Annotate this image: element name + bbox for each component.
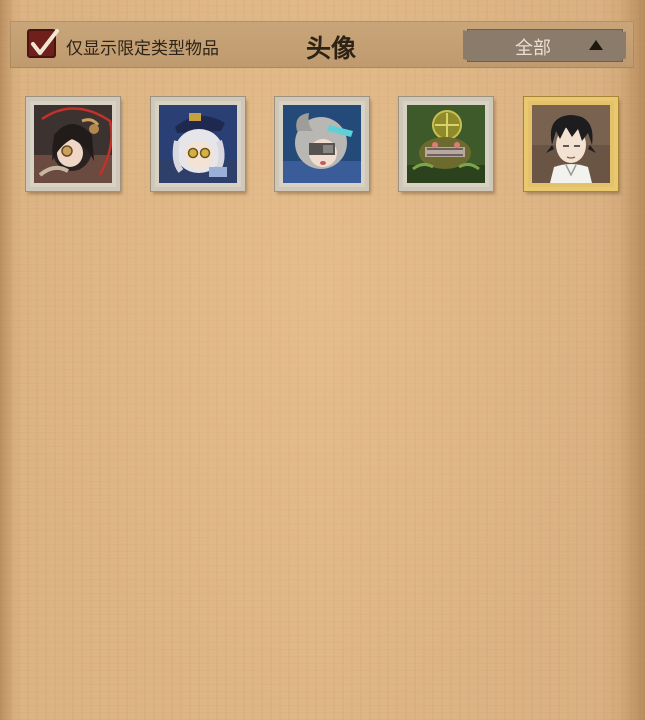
dark-haired-character-portrait-icon <box>34 105 112 183</box>
category-dropdown[interactable]: 全部 <box>467 29 623 62</box>
checkmark-icon <box>31 29 59 55</box>
limited-filter-label[interactable]: 仅显示限定类型物品 <box>66 34 219 59</box>
black-haired-boy-portrait-icon <box>532 105 610 183</box>
paper-edge-left <box>0 0 14 720</box>
green-mechanical-creature-portrait-icon <box>407 105 485 183</box>
triangle-up-icon <box>589 40 603 50</box>
avatar-item[interactable] <box>399 97 493 191</box>
white-haired-officer-portrait-icon <box>159 105 237 183</box>
avatar-item[interactable] <box>26 97 120 191</box>
paper-edge-right <box>621 0 645 720</box>
avatar-item[interactable] <box>151 97 245 191</box>
avatar-item[interactable] <box>275 97 369 191</box>
masked-grey-haired-portrait-icon <box>283 105 361 183</box>
header-bar: 仅显示限定类型物品 头像 全部 <box>10 21 634 68</box>
page-title: 头像 <box>306 34 357 63</box>
dropdown-selected-value: 全部 <box>515 38 551 59</box>
limited-filter-checkbox[interactable] <box>27 29 59 58</box>
avatar-item[interactable] <box>524 97 618 191</box>
